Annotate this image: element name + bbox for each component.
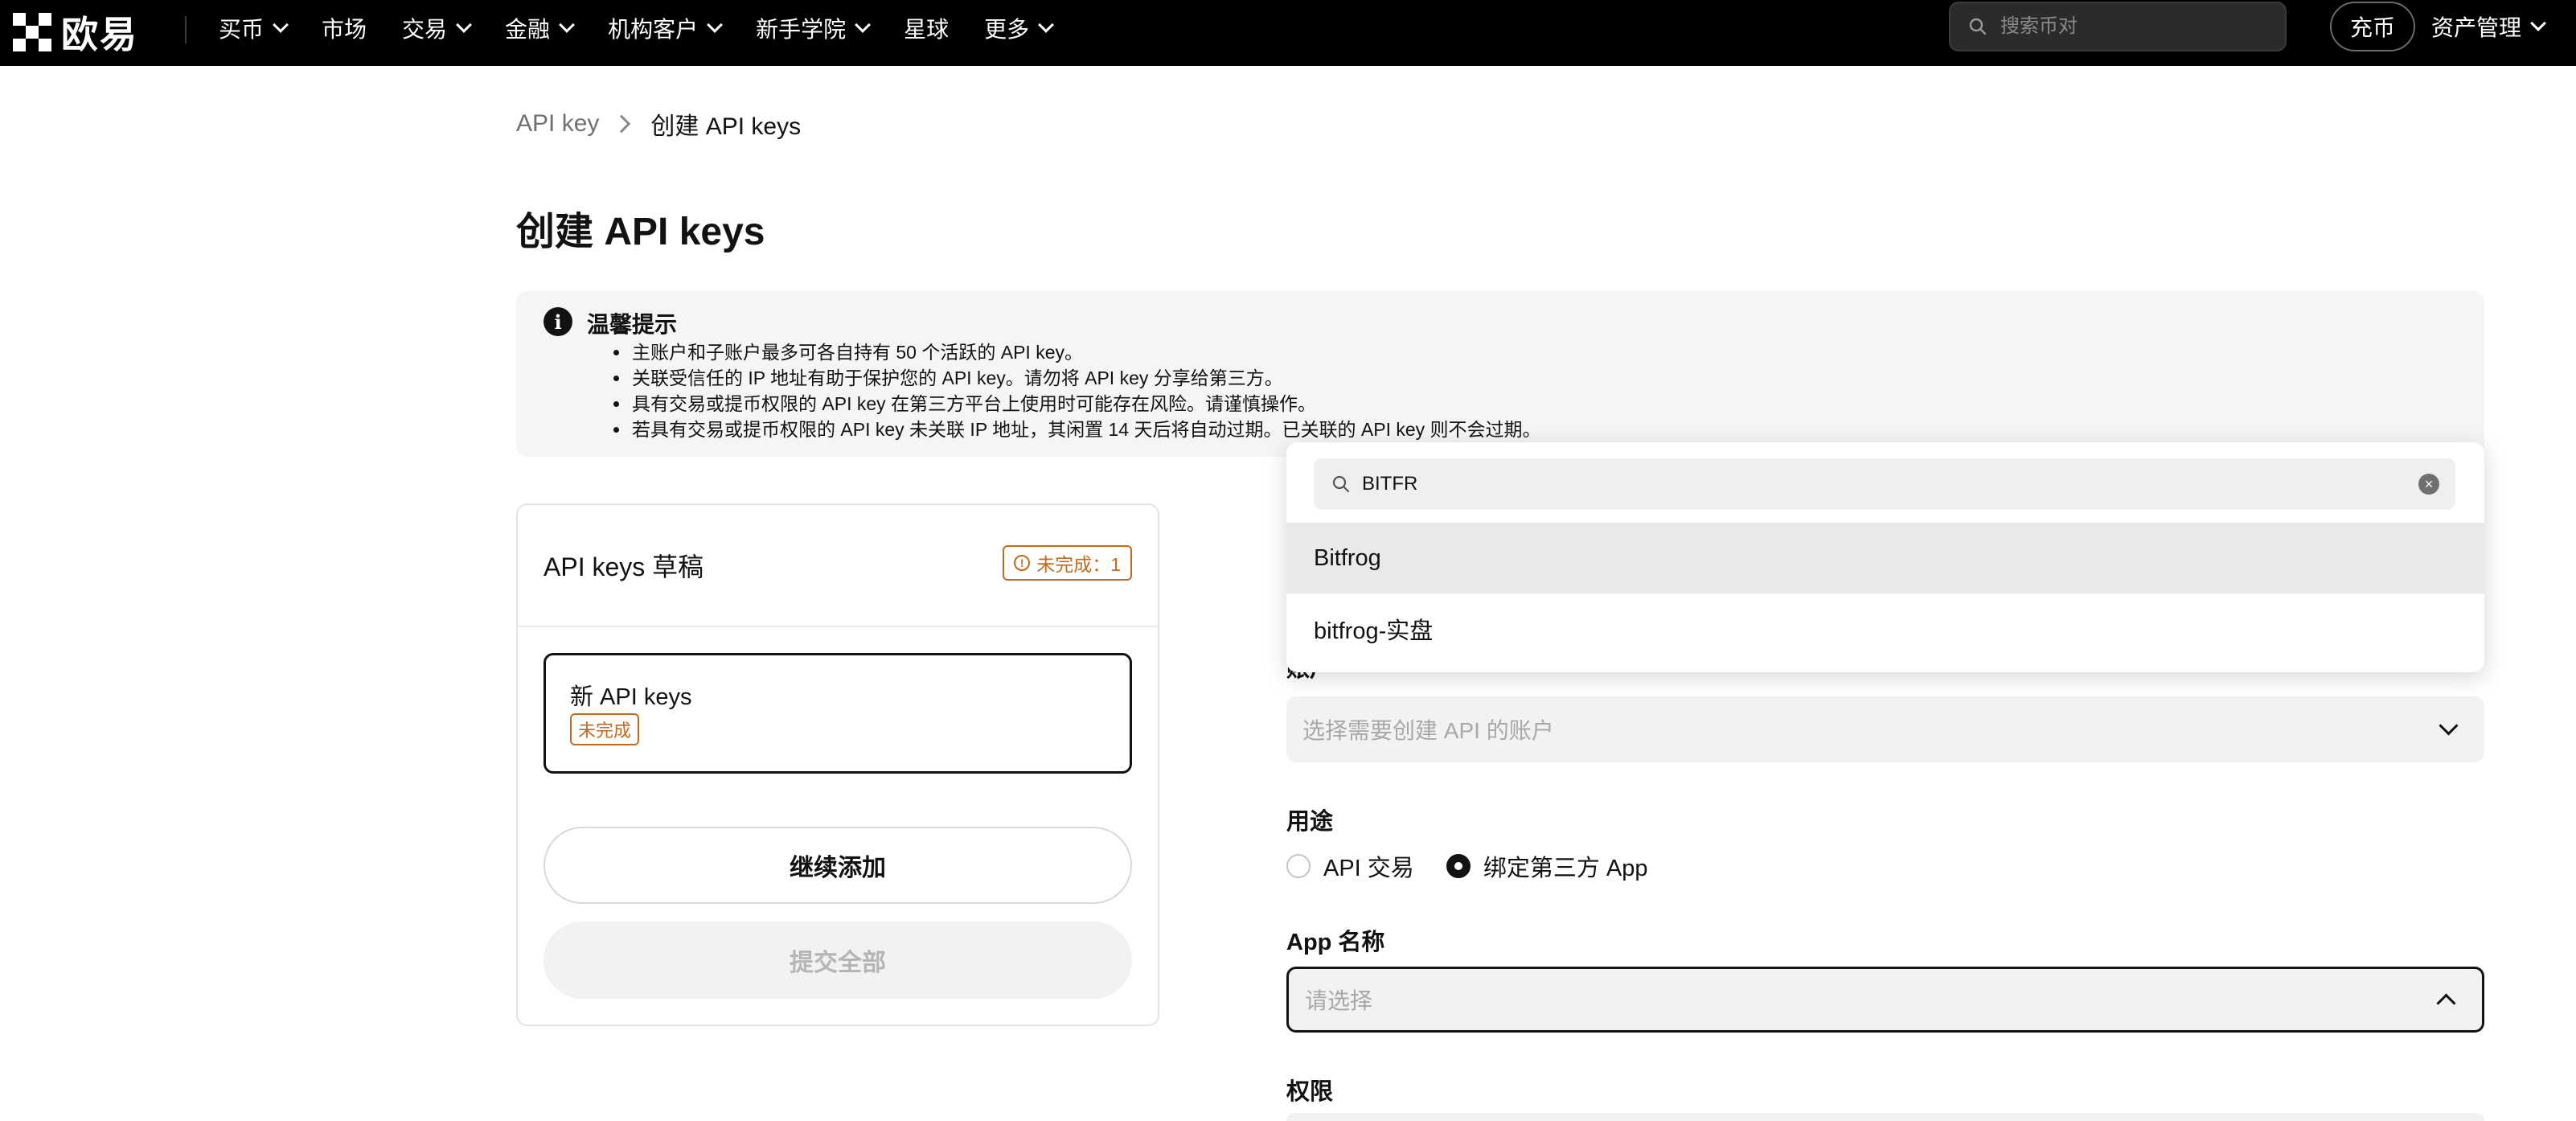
continue-add-button[interactable]: 继续添加 [544,827,1132,904]
pair-search-input[interactable] [1999,14,2275,39]
nav-item-label: 交易 [402,17,448,42]
info-icon: i [544,307,572,336]
breadcrumb: API key 创建 API keys [516,106,801,142]
chevron-down-icon [2439,715,2459,736]
app-name-label: App 名称 [1286,930,1385,955]
account-select[interactable]: 选择需要创建 API 的账户 [1286,696,2484,762]
page-title: 创建 API keys [516,211,765,253]
radio-checked-icon [1446,854,1471,878]
radio-label: API 交易 [1323,856,1414,881]
purpose-radio-group: API 交易 绑定第三方 App [1286,849,1680,883]
radio-bind-third-party-app[interactable]: 绑定第三方 App [1446,849,1648,883]
pair-search[interactable] [1949,2,2287,51]
incomplete-count-badge: ! 未完成：1 [1003,545,1132,581]
nav-item-trade[interactable]: 交易 [402,12,472,44]
search-icon [1332,475,1350,493]
api-keys-draft-card: API keys 草稿 ! 未完成：1 新 API keys 未完成 继续添加 … [516,503,1159,1026]
warning-icon: ! [1014,555,1031,571]
nav-item-label: 机构客户 [608,17,699,42]
nav-item-finance[interactable]: 金融 [505,12,575,44]
chevron-down-icon [1038,17,1055,33]
dropdown-option-bitfrog[interactable]: Bitfrog [1286,523,2484,593]
permission-field-edge [1286,1113,2484,1121]
nav-item-label: 新手学院 [756,17,847,42]
draft-item-title: 新 API keys [570,684,692,710]
okx-logo[interactable]: 欧易 [13,8,138,56]
nav-item-institutional[interactable]: 机构客户 [608,12,723,44]
notice-item: 关联受信任的 IP 地址有助于保护您的 API key。请勿将 API key … [630,365,1541,391]
nav-item-more[interactable]: 更多 [984,12,1055,44]
nav-item-label: 金融 [505,17,551,42]
chevron-down-icon [855,17,871,33]
chevron-down-icon [2530,15,2546,31]
logo-mark-icon [13,13,51,51]
chevron-down-icon [559,17,575,33]
radio-api-trading[interactable]: API 交易 [1286,849,1414,883]
notice-item: 主账户和子账户最多可各自持有 50 个活跃的 API key。 [630,339,1541,365]
nav-item-planet[interactable]: 星球 [904,12,949,44]
radio-label: 绑定第三方 App [1483,856,1648,881]
draft-item[interactable]: 新 API keys 未完成 [544,653,1132,774]
clear-icon[interactable]: × [2418,474,2439,495]
dropdown-search[interactable]: × [1314,458,2455,510]
nav-divider [185,16,187,43]
chevron-right-icon [613,114,631,133]
nav-item-label: 星球 [904,17,950,42]
chevron-down-icon [456,17,472,33]
asset-management-label: 资产管理 [2431,15,2522,40]
draft-status-badge: 未完成 [570,713,640,745]
incomplete-count-label: 未完成：1 [1036,554,1121,575]
divider [518,626,1158,627]
permission-label: 权限 [1286,1079,1334,1105]
draft-card-title: API keys 草稿 [544,552,704,581]
purpose-label: 用途 [1286,809,1334,835]
search-icon [1969,18,1987,35]
chevron-down-icon [273,17,289,33]
notice-title: 温馨提示 [587,312,678,337]
nav-item-markets[interactable]: 市场 [322,12,367,44]
deposit-button[interactable]: 充币 [2330,2,2415,51]
app-name-select[interactable]: 请选择 [1286,967,2484,1033]
submit-all-button[interactable]: 提交全部 [544,922,1132,999]
nav-item-buy-crypto[interactable]: 买币 [219,12,289,44]
app-name-dropdown: × Bitfrog bitfrog-实盘 [1286,442,2484,672]
dropdown-search-input[interactable] [1360,472,2393,496]
asset-management-menu[interactable]: 资产管理 [2431,0,2546,53]
notice-item: 具有交易或提币权限的 API key 在第三方平台上使用时可能存在风险。请谨慎操… [630,391,1541,417]
nav-item-learn[interactable]: 新手学院 [756,12,871,44]
nav-menu: 买币 市场 交易 金融 机构客户 新手学院 星球 更多 [219,0,1087,56]
top-nav: 欧易 买币 市场 交易 金融 机构客户 新手学院 星球 更多 充币 资产管理 [0,0,2576,66]
breadcrumb-current: 创建 API keys [650,113,802,140]
logo-text: 欧易 [61,13,138,56]
app-name-placeholder: 请选择 [1305,988,1373,1013]
notice-list: 主账户和子账户最多可各自持有 50 个活跃的 API key。 关联受信任的 I… [613,339,1541,442]
chevron-up-icon [2436,992,2456,1013]
breadcrumb-api-key-link[interactable]: API key [516,110,599,138]
nav-item-label: 买币 [219,17,265,42]
account-select-placeholder: 选择需要创建 API 的账户 [1302,718,1554,743]
nav-item-label: 市场 [322,17,367,42]
notice-item: 若具有交易或提币权限的 API key 未关联 IP 地址，其闲置 14 天后将… [630,417,1541,442]
tips-notice: i 温馨提示 主账户和子账户最多可各自持有 50 个活跃的 API key。 关… [516,291,2484,457]
chevron-down-icon [707,17,723,33]
nav-item-label: 更多 [984,17,1030,42]
dropdown-option-bitfrog-live[interactable]: bitfrog-实盘 [1286,593,2484,664]
radio-unchecked-icon [1286,854,1311,878]
